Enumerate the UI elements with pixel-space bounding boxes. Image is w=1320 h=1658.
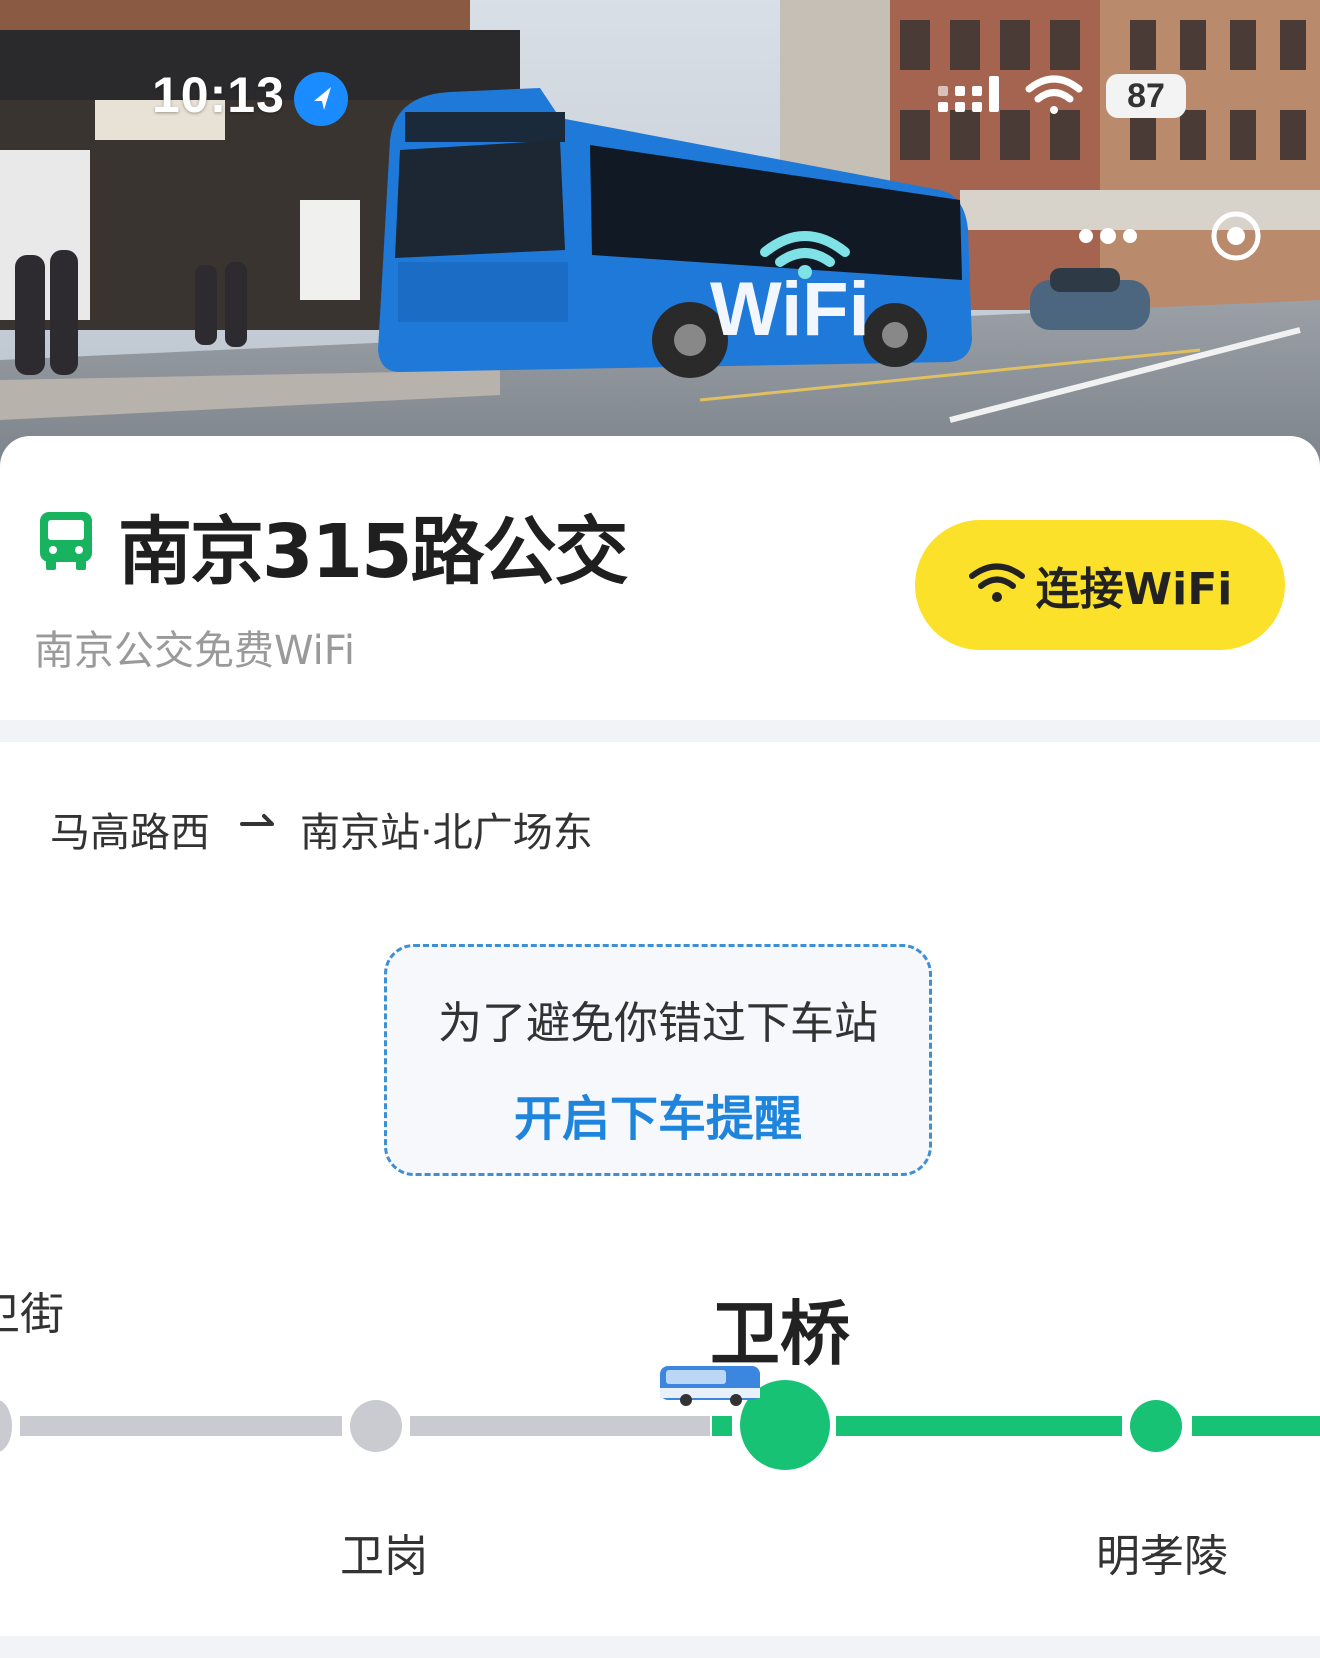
location-arrow-icon [294,72,348,126]
direction-from: 马高路西 [50,810,210,856]
section-divider [0,1636,1320,1658]
connect-wifi-button[interactable]: 连接WiFi [915,520,1285,650]
status-time: 10:13 [152,67,285,123]
stop-label-prev: 卫岗 [340,1531,428,1582]
bus-icon [36,510,96,576]
alight-reminder-box[interactable]: 为了避免你错过下车站 开启下车提醒 [384,944,932,1176]
stop-dot-prev[interactable] [350,1400,402,1452]
route-subtitle: 南京公交免费WiFi [34,628,355,674]
direction-to: 南京站·北广场东 [300,810,593,856]
route-segment-passed [20,1416,342,1436]
route-segment-upcoming [712,1416,732,1436]
target-icon[interactable] [1210,210,1262,266]
cellular-signal-icon [938,76,1004,124]
more-icon[interactable] [1078,226,1138,250]
stop-label-left-partial: 卫街 [0,1289,64,1340]
section-divider [0,720,1320,742]
stop-dot-next[interactable] [1130,1400,1182,1452]
wifi-icon [1024,74,1084,122]
arrow-right-icon [240,812,276,836]
battery-icon: 87 [1106,74,1186,118]
stop-label-next: 明孝陵 [1096,1531,1228,1582]
bus-marker-icon [656,1360,764,1414]
wifi-icon [968,561,1026,609]
connect-wifi-label: 连接WiFi [1035,564,1233,615]
route-segment-upcoming [1192,1416,1320,1436]
route-segment-upcoming [836,1416,1122,1436]
reminder-message: 为了避免你错过下车站 [438,998,878,1049]
enable-reminder-link[interactable]: 开启下车提醒 [387,1079,929,1149]
bus-wifi-sign: WiFi [710,267,870,352]
route-title: 南京315路公交 [118,509,628,595]
route-segment-passed [410,1416,710,1436]
